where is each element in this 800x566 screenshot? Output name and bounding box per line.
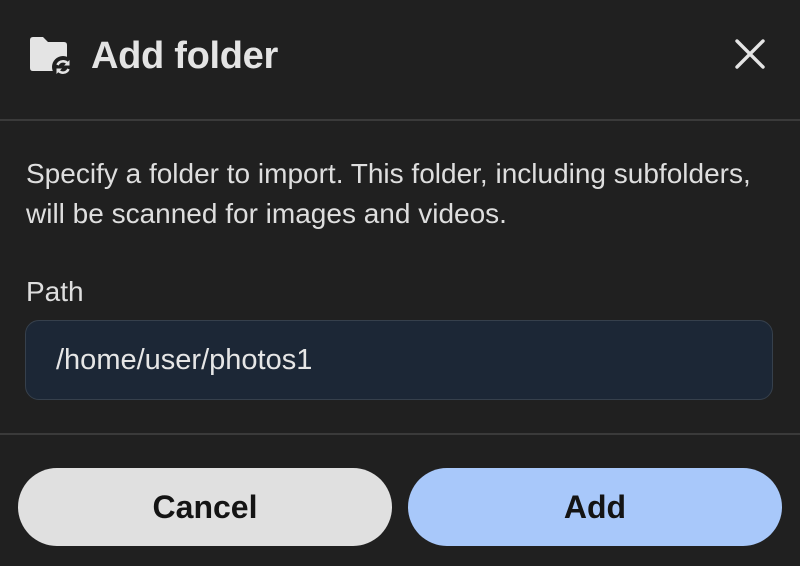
- dialog-header: Add folder: [0, 0, 800, 120]
- close-button[interactable]: [728, 34, 772, 78]
- path-label: Path: [26, 276, 84, 307]
- path-input[interactable]: [25, 320, 773, 400]
- add-folder-dialog: Add folder Specify a folder to import. T…: [0, 0, 800, 566]
- dialog-description: Specify a folder to import. This folder,…: [26, 158, 751, 229]
- cancel-button[interactable]: Cancel: [18, 468, 392, 546]
- footer-divider: [0, 433, 800, 435]
- header-divider: [0, 119, 800, 121]
- add-button[interactable]: Add: [408, 468, 782, 546]
- close-icon: [735, 38, 765, 74]
- folder-sync-icon: [28, 34, 74, 78]
- dialog-title: Add folder: [91, 35, 278, 77]
